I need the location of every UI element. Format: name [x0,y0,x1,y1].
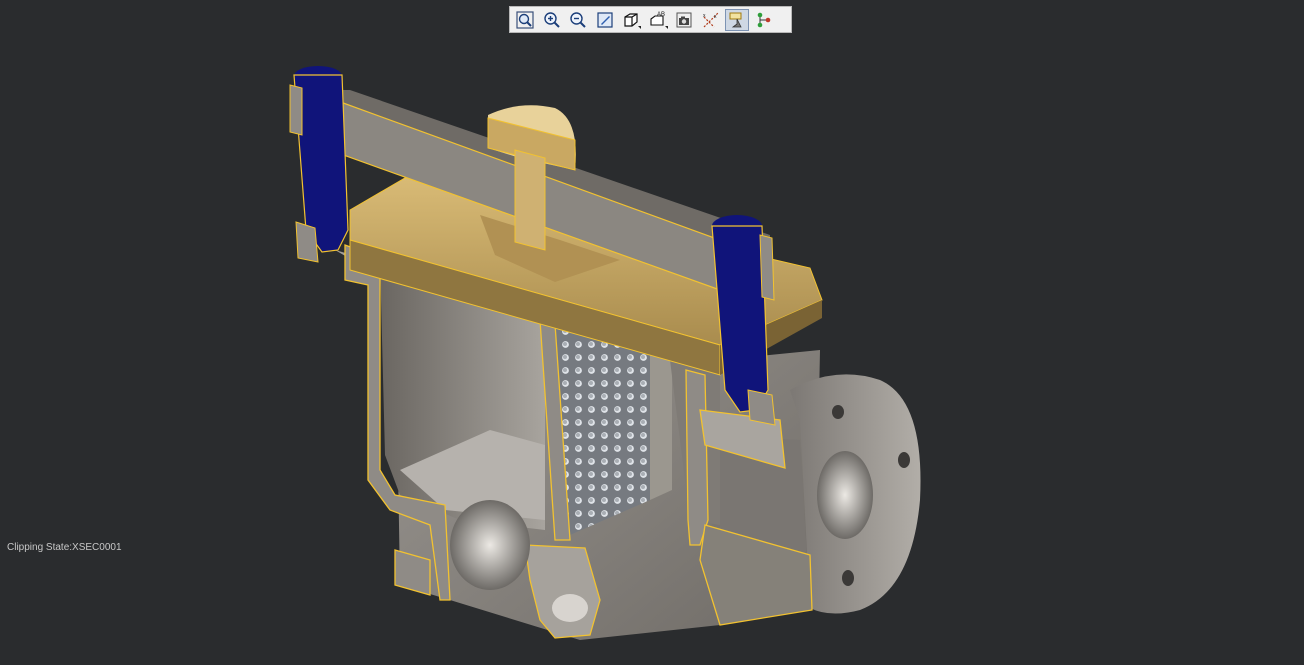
dropdown-caret-icon [664,25,668,29]
datum-display-button[interactable]: x x [699,9,723,31]
dropdown-caret-icon [638,25,641,29]
clipping-button[interactable] [725,8,749,31]
clipping-state-label: Clipping State:XSEC0001 [7,542,122,553]
snapshot-button[interactable] [672,9,696,31]
model-tree-button[interactable] [752,9,776,31]
saved-views-button[interactable]: AB [646,9,670,31]
bolt-left [289,66,349,263]
display-style-button[interactable] [619,9,643,31]
tree-nodes-icon [757,12,770,27]
drain-port [450,500,530,590]
3d-viewport[interactable]: AB x x Clipping State:XSEC0001 [0,0,1304,665]
zoom-fit-icon [516,10,534,29]
zoom-out-icon [570,11,586,28]
svg-text:x: x [714,14,717,20]
repaint-icon [596,11,613,28]
section-plane-icon [729,12,742,27]
strainer-screen [555,322,650,535]
svg-text:AB: AB [657,12,665,18]
zoom-out-button[interactable] [566,9,590,31]
view-toolbar: AB x x [509,6,792,33]
datum-axes-icon: x x [703,12,718,27]
zoom-in-button[interactable] [540,9,564,31]
zoom-fit-button[interactable] [513,9,537,31]
strainer-cross-section-model[interactable] [0,0,1304,665]
camera-icon [676,12,692,27]
zoom-in-icon [543,11,560,28]
repaint-button[interactable] [593,9,617,31]
